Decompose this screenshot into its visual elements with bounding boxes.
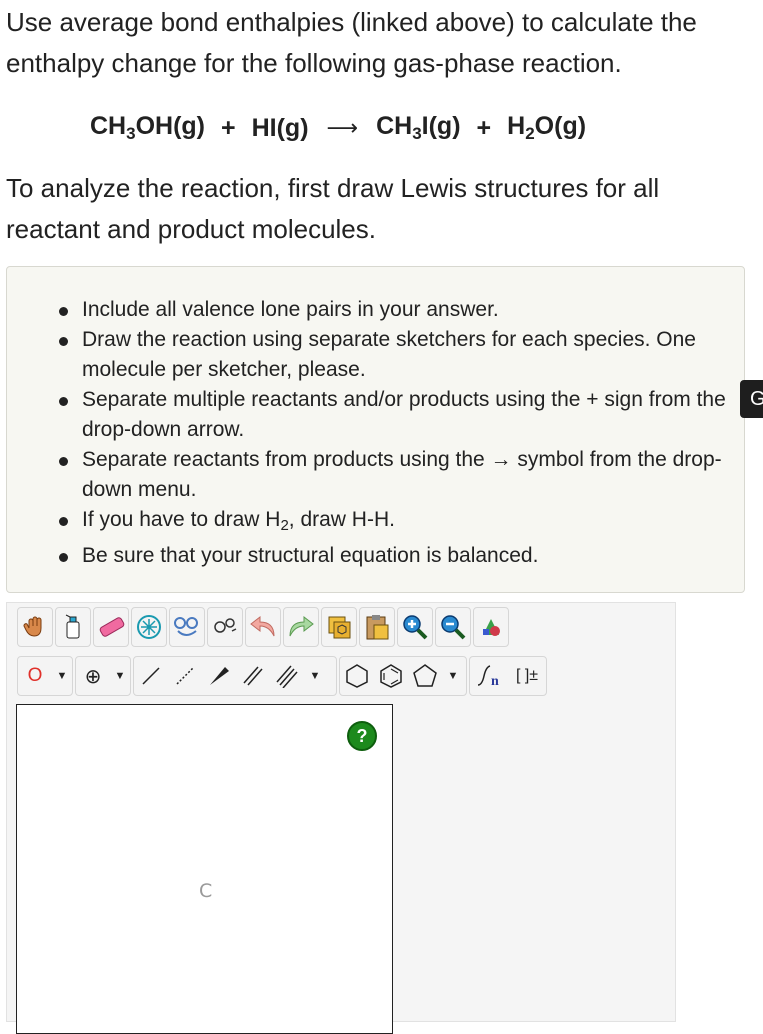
- plus-sign: +: [476, 113, 492, 142]
- sgroup-icon[interactable]: n: [470, 657, 508, 695]
- erase-bottle-icon[interactable]: [55, 607, 91, 647]
- reactant-2: HI(g): [251, 113, 309, 142]
- zoom-in-icon[interactable]: [397, 607, 433, 647]
- charge-selector[interactable]: ⊕ ▼: [75, 656, 131, 696]
- pentagon-icon[interactable]: [408, 657, 442, 695]
- instructions-box: Include all valence lone pairs in your a…: [6, 266, 745, 593]
- instruction-item: Be sure that your structural equation is…: [7, 541, 727, 571]
- single-bond-icon[interactable]: [134, 657, 168, 695]
- canvas-atom-carbon[interactable]: C: [199, 880, 212, 902]
- instruction-item: Separate multiple reactants and/or produ…: [7, 385, 727, 445]
- instruction-item: If you have to draw H2, draw H-H.: [7, 505, 727, 541]
- bond-tools: ▼: [133, 656, 337, 696]
- color-icon[interactable]: [473, 607, 509, 647]
- lasso-icon[interactable]: [131, 607, 167, 647]
- sketcher-toolbar-bottom: O ▼ ⊕ ▼ ▼ ▼ n []±: [17, 656, 547, 696]
- atom-selector[interactable]: O ▼: [17, 656, 73, 696]
- chevron-down-icon[interactable]: ▼: [52, 657, 72, 695]
- reaction-arrow: ⟶: [326, 115, 359, 140]
- clean-icon[interactable]: [169, 607, 205, 647]
- wedge-bond-icon[interactable]: [202, 657, 236, 695]
- side-panel-tab[interactable]: G: [740, 380, 763, 418]
- bullet-icon: [59, 553, 68, 562]
- bullet-icon: [59, 397, 68, 406]
- chevron-down-icon[interactable]: ▼: [304, 657, 326, 695]
- chevron-down-icon[interactable]: ▼: [442, 657, 464, 695]
- dashed-bond-icon[interactable]: [168, 657, 202, 695]
- bullet-icon: [59, 337, 68, 346]
- sgroup-tools: n [ ]±: [469, 656, 547, 696]
- bullet-icon: [59, 307, 68, 316]
- sketcher-toolbar-top: [17, 607, 509, 647]
- instruction-item: Include all valence lone pairs in your a…: [7, 295, 727, 325]
- copy-icon[interactable]: [321, 607, 357, 647]
- svg-text:n: n: [491, 674, 499, 689]
- template-icon[interactable]: [207, 607, 243, 647]
- help-button[interactable]: ?: [347, 721, 377, 751]
- instruction-item: Separate reactants from products using t…: [7, 445, 727, 505]
- product-2: H2O(g): [507, 112, 587, 143]
- benzene-icon[interactable]: [374, 657, 408, 695]
- atom-selector-value: O: [27, 665, 43, 686]
- reaction-equation: CH3OH(g) + HI(g) ⟶ CH3I(g) + H2O(g): [90, 108, 586, 148]
- analyze-paragraph: To analyze the reaction, first draw Lewi…: [6, 173, 660, 244]
- instruction-item: Draw the reaction using separate sketche…: [7, 325, 727, 385]
- chevron-down-icon[interactable]: ▼: [110, 657, 130, 695]
- hand-icon[interactable]: [17, 607, 53, 647]
- drawing-canvas[interactable]: ? C: [16, 704, 393, 1034]
- paste-icon[interactable]: [359, 607, 395, 647]
- undo-icon[interactable]: [245, 607, 281, 647]
- bracket-icon[interactable]: [ ]±: [508, 657, 546, 695]
- structure-sketcher: O ▼ ⊕ ▼ ▼ ▼ n []± ? C: [6, 602, 676, 1034]
- triple-bond-icon[interactable]: [270, 657, 304, 695]
- redo-icon[interactable]: [283, 607, 319, 647]
- plus-sign: +: [221, 113, 236, 142]
- intro-paragraph: Use average bond enthalpies (linked abov…: [6, 7, 697, 78]
- hexagon-icon[interactable]: [340, 657, 374, 695]
- eraser-icon[interactable]: [93, 607, 129, 647]
- zoom-out-icon[interactable]: [435, 607, 471, 647]
- product-1: CH3I(g): [376, 112, 461, 143]
- bullet-icon: [59, 517, 68, 526]
- instructions-list: Include all valence lone pairs in your a…: [7, 295, 727, 571]
- bullet-icon: [59, 457, 68, 466]
- reactant-1: CH3OH(g): [90, 112, 205, 143]
- charge-plus-icon: ⊕: [84, 665, 102, 688]
- double-bond-icon[interactable]: [236, 657, 270, 695]
- ring-tools: ▼: [339, 656, 467, 696]
